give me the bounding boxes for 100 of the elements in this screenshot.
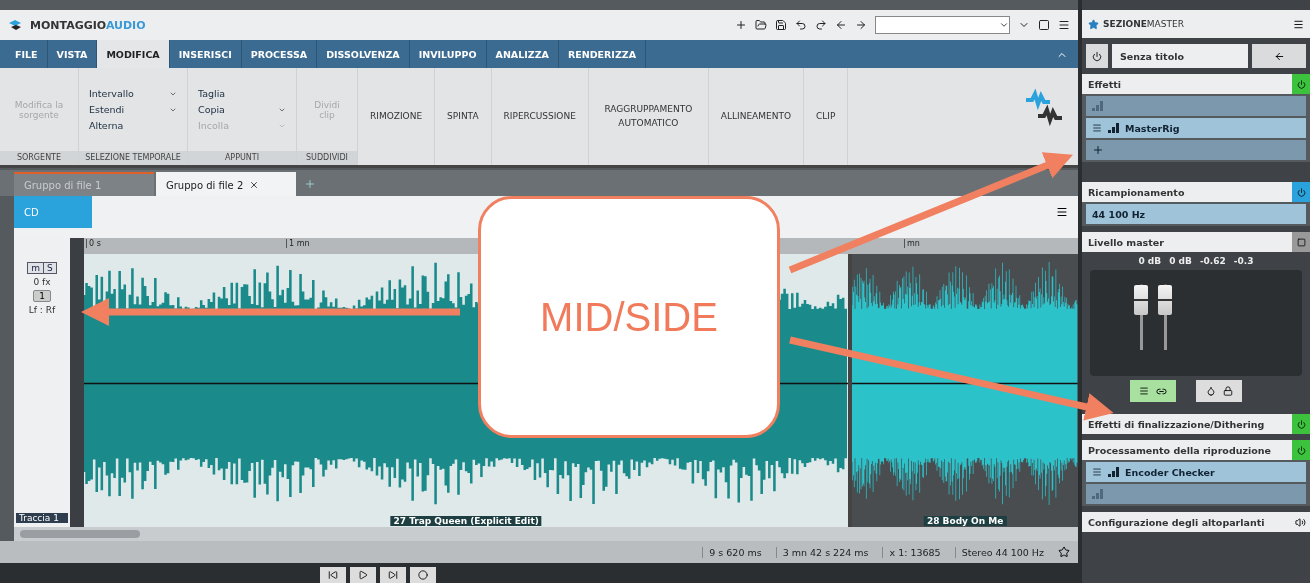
redo-icon: [815, 19, 827, 31]
transport-button[interactable]: [380, 567, 406, 583]
clip-name: 27 Trap Queen (Explicit Edit): [390, 516, 542, 526]
panel-title: SEZIONEMASTER: [1103, 19, 1184, 29]
level-bars-icon: [1108, 123, 1119, 133]
plugin-slot[interactable]: Encoder Checker: [1086, 462, 1306, 482]
skip-forward-icon: [388, 570, 398, 580]
file-tab[interactable]: Gruppo di file 2: [156, 172, 296, 196]
add-tab-icon: [304, 178, 316, 190]
link-button[interactable]: [1130, 380, 1176, 402]
plugin-name: Encoder Checker: [1125, 466, 1215, 478]
ribbon-button[interactable]: Estendi: [87, 103, 179, 116]
window-title: MONTAGGIOAUDIO: [30, 18, 146, 32]
group-label: SUDDIVIDI: [297, 151, 357, 165]
window-icon: [1038, 19, 1050, 31]
transport-button[interactable]: [320, 567, 346, 583]
ribbon-button[interactable]: Taglia: [196, 87, 288, 100]
group-label: APPUNTI: [188, 151, 296, 165]
play-icon: [358, 570, 368, 580]
solo-button[interactable]: S: [44, 263, 56, 273]
ribbon-menu-button[interactable]: RIPERCUSSIONE: [491, 68, 589, 165]
power-icon: [1092, 50, 1102, 62]
mute-button[interactable]: m: [28, 263, 45, 273]
ribbon-menu-button[interactable]: SPINTA: [435, 68, 492, 165]
level-bars-icon: [1092, 489, 1103, 499]
ruler-label: 0 s: [86, 239, 101, 248]
level-reading: 0 dB: [1169, 256, 1192, 266]
track-name: Traccia 1: [16, 513, 68, 523]
status-field: x 1: 13685: [882, 546, 947, 558]
star-icon: [1088, 18, 1099, 30]
forward-arrow-icon: [855, 19, 867, 31]
ribbon-menu-button[interactable]: RIMOZIONE: [358, 68, 436, 165]
plugin-slot[interactable]: MasterRig: [1086, 118, 1306, 138]
callout-tooltip: MID/SIDE: [478, 196, 780, 438]
ribbon-button[interactable]: Copia: [196, 103, 288, 116]
section-label: Livello master: [1088, 236, 1164, 248]
section-label: Processamento della riproduzione: [1088, 444, 1271, 456]
ribbon-menu-button[interactable]: RAGGRUPPAMENTO AUTOMATICO: [588, 68, 709, 165]
routing-label: Lf : Rf: [28, 305, 56, 315]
level-bars-icon: [1092, 101, 1103, 111]
level-reading: 0 dB: [1138, 256, 1162, 266]
power-icon: [1296, 187, 1306, 197]
scrollbar[interactable]: [14, 527, 1078, 541]
ribbon-menu-button[interactable]: ALLINEAMENTO: [708, 68, 805, 165]
speaker-icon: [1295, 516, 1306, 528]
power-button[interactable]: [1086, 44, 1108, 68]
section-label: Effetti: [1088, 78, 1121, 90]
clip-name: 28 Body On Me: [923, 516, 1007, 526]
close-icon: [249, 180, 260, 190]
menu-icon: [1056, 206, 1068, 218]
record-icon: [418, 570, 428, 580]
save-icon: [775, 19, 787, 31]
level-reading: -0.3: [1233, 256, 1254, 266]
fader-handle[interactable]: [1158, 285, 1172, 316]
drop-icon: [1205, 386, 1216, 396]
group-label: SORGENTE: [0, 151, 78, 165]
arrow-left-icon: [1273, 50, 1285, 62]
bypass-toggle[interactable]: [1292, 74, 1310, 94]
section-label: Configurazione degli altoparlanti: [1088, 516, 1265, 528]
section-label: Effetti di finalizzazione/Dithering: [1088, 418, 1265, 430]
back-arrow-icon: [835, 19, 847, 31]
status-field: 9 s 620 ms: [702, 546, 768, 558]
ribbon-button[interactable]: Alterna: [87, 119, 179, 132]
channel-button[interactable]: 1: [33, 290, 51, 302]
drag-handle-icon: [1092, 123, 1102, 133]
ribbon-button[interactable]: Intervallo: [87, 87, 179, 100]
section-label: Ricampionamento: [1088, 186, 1185, 198]
level-reading: -0.62: [1199, 256, 1226, 266]
new-file-icon: [735, 19, 747, 31]
ribbon-tab[interactable]: MODIFICA: [97, 40, 170, 68]
menu-icon: [1293, 18, 1304, 30]
transport-button[interactable]: [410, 567, 436, 583]
star-icon: [1058, 546, 1070, 558]
level-bars-icon: [1108, 467, 1119, 477]
ruler-label: 1 mn: [286, 239, 310, 248]
sample-rate-dropdown[interactable]: 44 100 Hz: [1086, 204, 1306, 224]
power-icon: [1296, 79, 1306, 89]
power-icon: [1296, 445, 1306, 455]
ribbon-menu-button[interactable]: CLIP: [804, 68, 849, 165]
group-label: SELEZIONE TEMPORALE: [79, 151, 187, 165]
effects-count: 0 fx: [33, 277, 51, 287]
plugin-name: MasterRig: [1125, 122, 1180, 134]
open-folder-icon: [755, 19, 767, 31]
undo-icon: [795, 19, 807, 31]
status-field: Stereo 44 100 Hz: [954, 546, 1050, 558]
bypass-toggle[interactable]: [1292, 440, 1310, 460]
skip-back-icon: [328, 570, 338, 580]
preset-field[interactable]: Senza titolo: [1112, 44, 1248, 68]
plus-icon: [1092, 144, 1104, 156]
menu-icon: [1058, 19, 1070, 31]
drag-handle-icon: [1092, 467, 1102, 477]
dropdown-field[interactable]: [875, 16, 1010, 34]
transport-button[interactable]: [350, 567, 376, 583]
power-icon: [1296, 419, 1306, 429]
ruler-label: mn: [904, 239, 920, 248]
status-field: 3 mn 42 s 224 ms: [775, 546, 875, 558]
fader-handle[interactable]: [1134, 285, 1148, 316]
bypass-toggle[interactable]: [1292, 182, 1310, 202]
lock-button[interactable]: [1196, 380, 1242, 402]
bypass-toggle[interactable]: [1292, 414, 1310, 434]
